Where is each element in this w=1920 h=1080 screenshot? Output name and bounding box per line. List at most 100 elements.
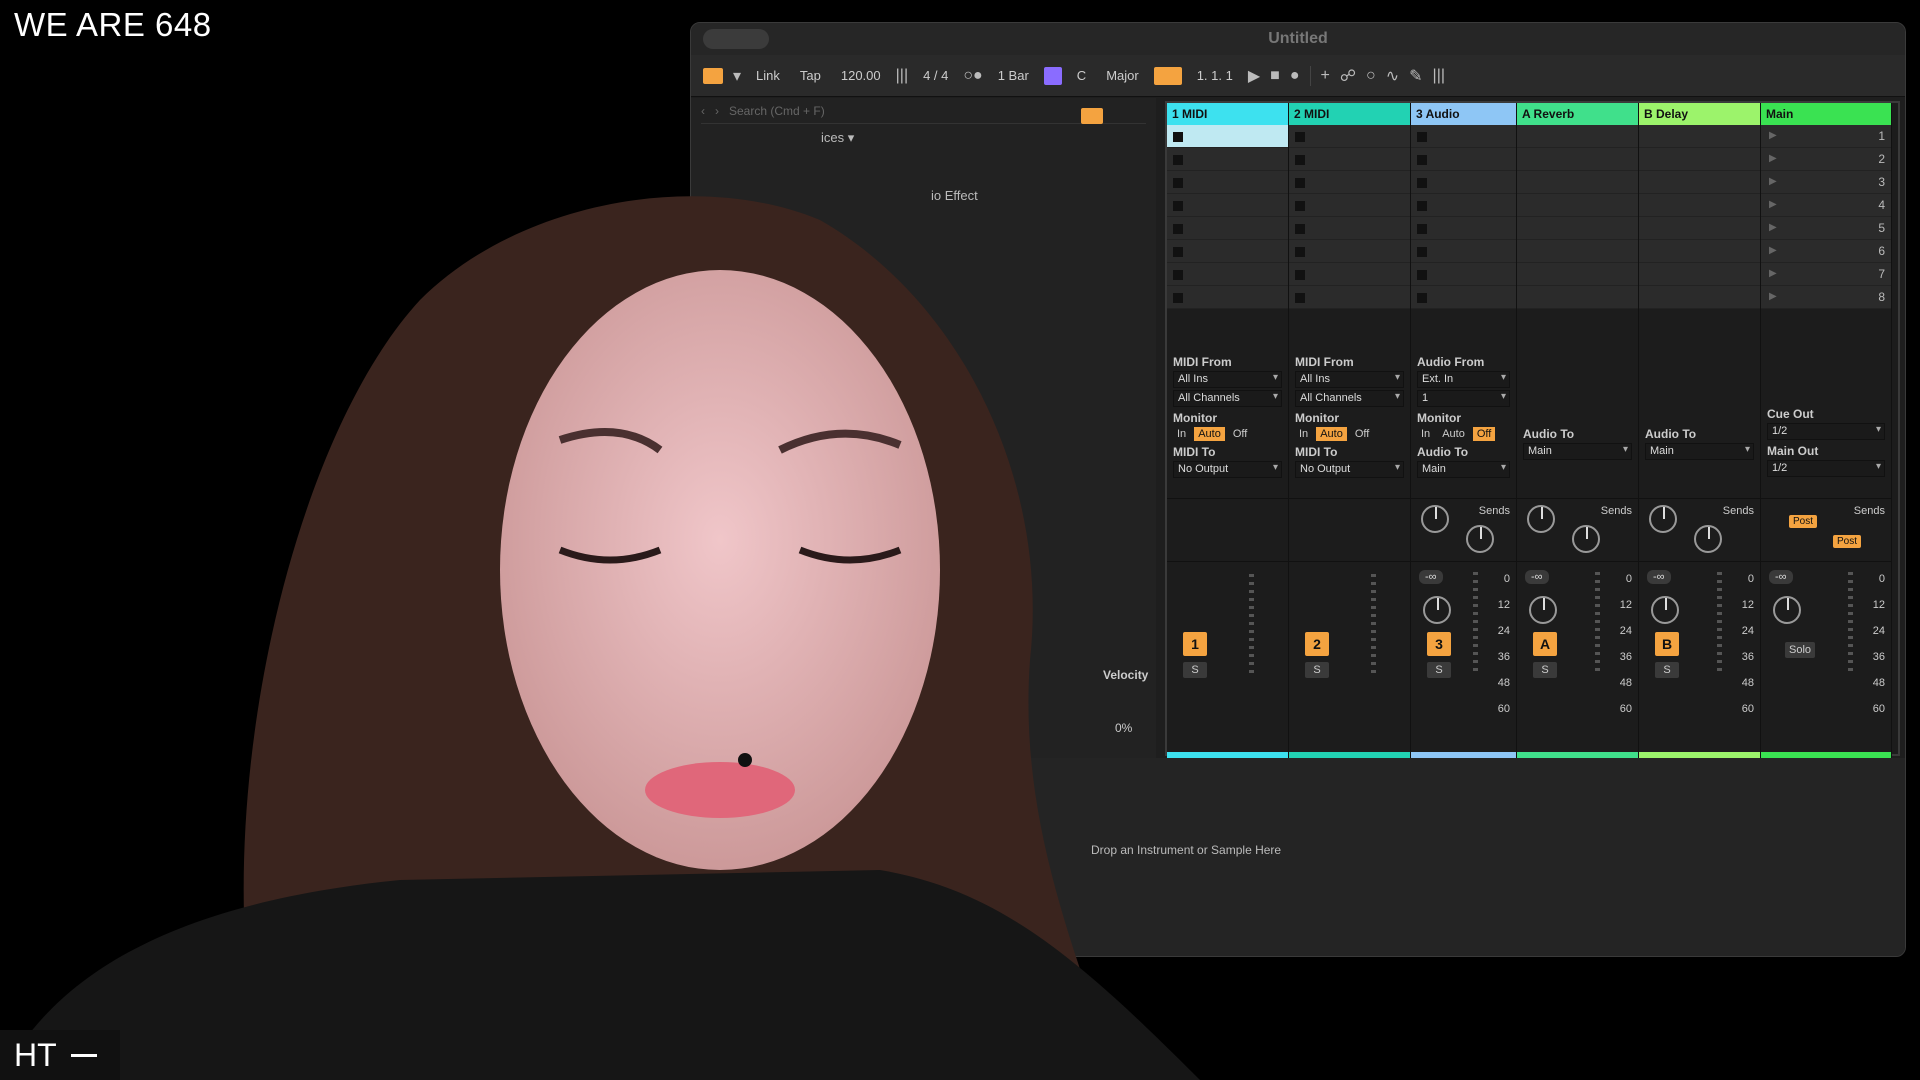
- track-header[interactable]: 2 MIDI: [1289, 103, 1410, 125]
- clip-slot[interactable]: [1411, 125, 1516, 148]
- clip-slot[interactable]: [1639, 125, 1760, 148]
- scene-launch-icon[interactable]: ▶: [1769, 245, 1777, 256]
- clip-slot[interactable]: [1517, 286, 1638, 309]
- clip-slot[interactable]: ▶ 2: [1761, 148, 1891, 171]
- clip-slot[interactable]: [1639, 263, 1760, 286]
- clip-slot[interactable]: [1289, 286, 1410, 309]
- send-b-knob[interactable]: [1466, 525, 1494, 553]
- scale-mode-icon[interactable]: [1043, 66, 1062, 85]
- clip-slot[interactable]: [1167, 194, 1288, 217]
- monitor-switch[interactable]: In Auto Off: [1417, 427, 1510, 441]
- add-icon[interactable]: +: [1321, 67, 1330, 85]
- input-channel-dropdown[interactable]: 1: [1417, 390, 1510, 407]
- track-header[interactable]: B Delay: [1639, 103, 1760, 125]
- monitor-in-button[interactable]: In: [1295, 427, 1312, 441]
- input-channel-dropdown[interactable]: All Channels: [1173, 390, 1282, 407]
- clip-slot[interactable]: [1411, 217, 1516, 240]
- send-b-knob[interactable]: [1694, 525, 1722, 553]
- stop-button-icon[interactable]: [1417, 270, 1427, 280]
- clip-slot[interactable]: ▶ 3: [1761, 171, 1891, 194]
- clip-slot[interactable]: [1517, 240, 1638, 263]
- time-signature-field[interactable]: 4 / 4: [918, 66, 953, 85]
- clip-slot[interactable]: [1517, 263, 1638, 286]
- monitor-off-button[interactable]: Off: [1229, 427, 1251, 441]
- draw-mode-icon[interactable]: ✎: [1409, 66, 1422, 86]
- clip-slot[interactable]: [1167, 171, 1288, 194]
- clip-slot[interactable]: ▶ 5: [1761, 217, 1891, 240]
- track-header[interactable]: 1 MIDI: [1167, 103, 1288, 125]
- track-activator-button[interactable]: 2: [1305, 632, 1329, 656]
- stop-button-icon[interactable]: [1295, 293, 1305, 303]
- stop-button-icon[interactable]: [1173, 201, 1183, 211]
- stop-button-icon[interactable]: [1295, 270, 1305, 280]
- scene-launch-icon[interactable]: ▶: [1769, 153, 1777, 164]
- stop-button-icon[interactable]: [1417, 201, 1427, 211]
- clip-slot[interactable]: ▶ 4: [1761, 194, 1891, 217]
- clip-slot[interactable]: [1411, 148, 1516, 171]
- stop-button-icon[interactable]: [1173, 270, 1183, 280]
- stop-button-icon[interactable]: [1295, 224, 1305, 234]
- post-button[interactable]: Post: [1833, 535, 1862, 548]
- clip-slot[interactable]: [1517, 194, 1638, 217]
- browser-item[interactable]: io Effect: [931, 188, 978, 203]
- key-dropdown[interactable]: C: [1072, 66, 1091, 85]
- link-button[interactable]: Link: [751, 66, 785, 85]
- clip-slot[interactable]: [1517, 171, 1638, 194]
- song-position-field[interactable]: 1. 1. 1: [1192, 66, 1238, 85]
- clip-slot[interactable]: [1639, 148, 1760, 171]
- pan-knob[interactable]: [1423, 596, 1451, 624]
- loop-icon[interactable]: ○: [1366, 67, 1376, 85]
- pan-knob[interactable]: [1651, 596, 1679, 624]
- post-button[interactable]: Post: [1789, 515, 1818, 528]
- input-type-dropdown[interactable]: All Ins: [1295, 371, 1404, 388]
- curve-icon[interactable]: ∿: [1386, 66, 1399, 86]
- monitor-switch[interactable]: In Auto Off: [1295, 427, 1404, 441]
- stop-button-icon[interactable]: [1173, 178, 1183, 188]
- scene-launch-icon[interactable]: ▶: [1769, 130, 1777, 141]
- track-header[interactable]: A Reverb: [1517, 103, 1638, 125]
- follow-icon[interactable]: [1153, 66, 1182, 85]
- back-icon[interactable]: ‹: [701, 104, 705, 118]
- play-icon[interactable]: ▶: [1248, 66, 1260, 86]
- track-activator-button[interactable]: 3: [1427, 632, 1451, 656]
- clip-slot[interactable]: [1639, 240, 1760, 263]
- stop-button-icon[interactable]: [1417, 155, 1427, 165]
- clip-slot[interactable]: [1411, 286, 1516, 309]
- clip-slot[interactable]: [1411, 240, 1516, 263]
- clip-slot[interactable]: [1289, 240, 1410, 263]
- clip-slot[interactable]: [1639, 171, 1760, 194]
- solo-button[interactable]: S: [1655, 662, 1679, 678]
- clip-slot[interactable]: [1639, 286, 1760, 309]
- solo-button[interactable]: Solo: [1785, 642, 1815, 658]
- monitor-switch[interactable]: In Auto Off: [1173, 427, 1282, 441]
- automation-arm-icon[interactable]: ☍: [1340, 66, 1356, 86]
- monitor-in-button[interactable]: In: [1417, 427, 1434, 441]
- cue-out-dropdown[interactable]: 1/2: [1767, 423, 1885, 440]
- scene-launch-icon[interactable]: ▶: [1769, 199, 1777, 210]
- forward-icon[interactable]: ›: [715, 104, 719, 118]
- solo-button[interactable]: S: [1427, 662, 1451, 678]
- record-icon[interactable]: ●: [1290, 67, 1300, 85]
- input-channel-dropdown[interactable]: All Channels: [1295, 390, 1404, 407]
- send-a-knob[interactable]: [1649, 505, 1677, 533]
- browser-item[interactable]: ices ▾: [821, 130, 854, 146]
- track-header[interactable]: Main: [1761, 103, 1891, 125]
- clip-slot[interactable]: [1167, 125, 1288, 148]
- clip-slot[interactable]: [1289, 171, 1410, 194]
- clip-slot[interactable]: [1167, 286, 1288, 309]
- track-activator-button[interactable]: A: [1533, 632, 1557, 656]
- stop-button-icon[interactable]: [1173, 155, 1183, 165]
- output-dropdown[interactable]: Main: [1523, 443, 1632, 460]
- clip-slot[interactable]: [1289, 125, 1410, 148]
- output-dropdown[interactable]: Main: [1645, 443, 1754, 460]
- output-dropdown[interactable]: Main: [1417, 461, 1510, 478]
- monitor-auto-button[interactable]: Auto: [1194, 427, 1225, 441]
- search-input[interactable]: Search (Cmd + F): [729, 104, 825, 118]
- clip-slot[interactable]: [1517, 148, 1638, 171]
- clip-slot[interactable]: [1639, 194, 1760, 217]
- quantize-dropdown[interactable]: 1 Bar: [993, 66, 1034, 85]
- clip-slot[interactable]: [1639, 217, 1760, 240]
- clip-slot[interactable]: [1289, 148, 1410, 171]
- clip-slot[interactable]: ▶ 1: [1761, 125, 1891, 148]
- chevron-down-icon[interactable]: ▾: [733, 66, 741, 86]
